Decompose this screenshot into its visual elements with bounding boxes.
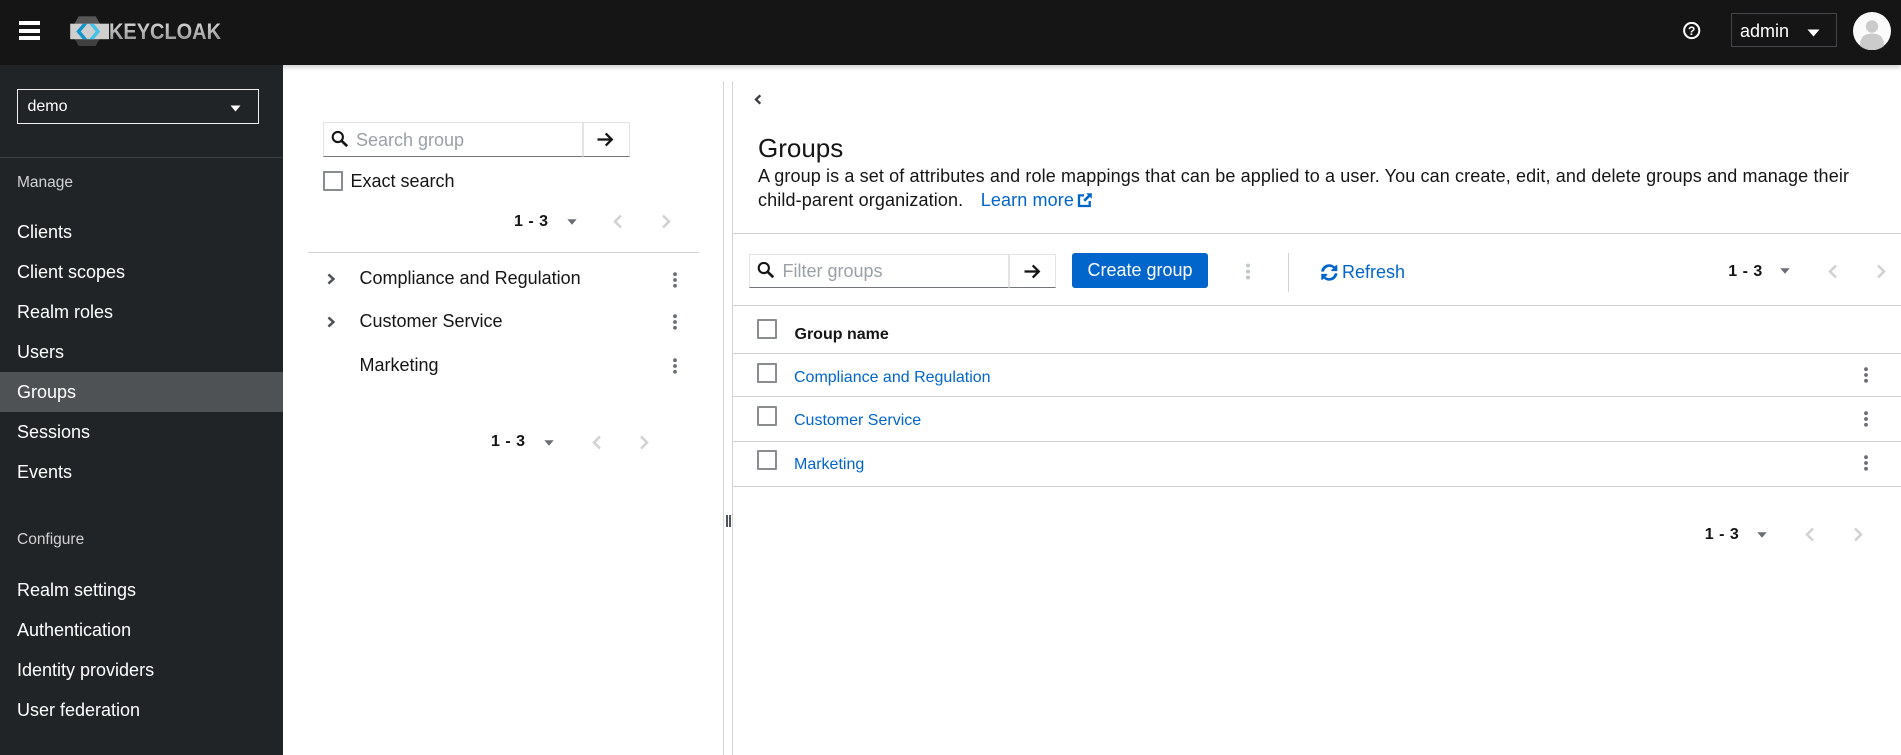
svg-text:KEYCLOAK: KEYCLOAK: [109, 19, 221, 44]
svg-text:?: ?: [1688, 23, 1695, 37]
